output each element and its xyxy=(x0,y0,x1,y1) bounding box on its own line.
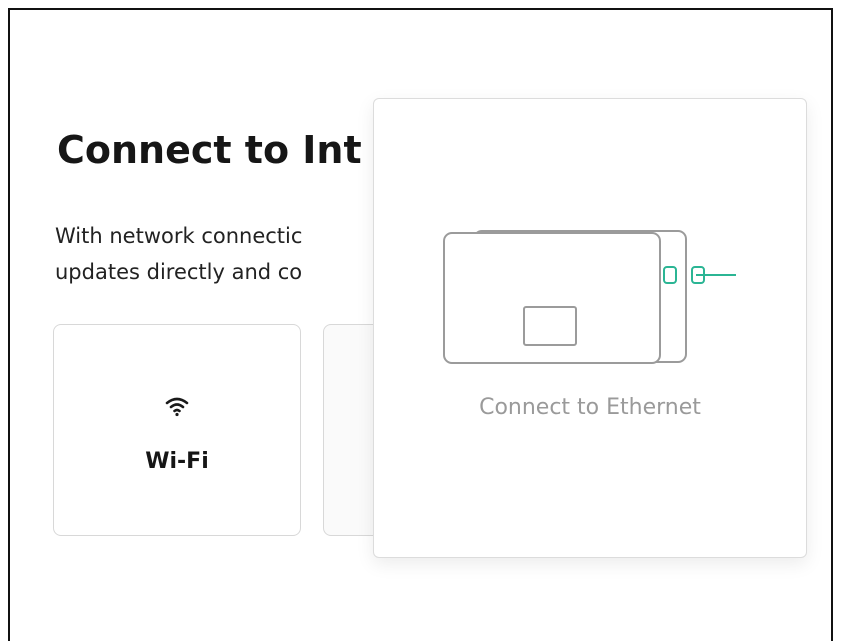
description-line-1: With network connectic xyxy=(55,224,303,248)
ethernet-option-card-hovered[interactable]: Connect to Ethernet xyxy=(373,98,807,558)
page-title: Connect to Int xyxy=(57,128,362,172)
description-line-2: updates directly and co xyxy=(55,260,303,284)
ethernet-option-caption: Connect to Ethernet xyxy=(479,395,701,420)
ethernet-cable-illustration xyxy=(443,230,736,364)
wifi-option-card[interactable]: Wi-Fi xyxy=(53,324,301,536)
page-description: With network connectic updates directly … xyxy=(55,218,375,290)
wifi-option-label: Wi-Fi xyxy=(145,449,209,474)
wifi-icon xyxy=(165,397,189,417)
